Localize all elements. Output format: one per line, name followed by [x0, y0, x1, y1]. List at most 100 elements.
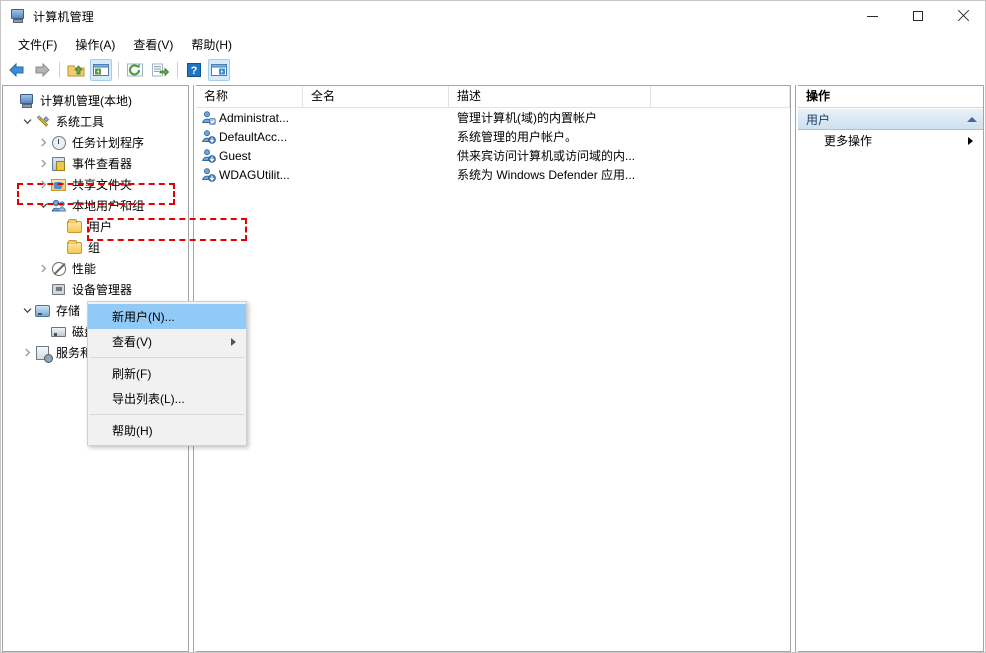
- back-button[interactable]: [6, 59, 28, 81]
- tree-item-performance[interactable]: 性能: [3, 258, 188, 279]
- tree-item-task-scheduler[interactable]: 任务计划程序: [3, 132, 188, 153]
- tree-panel-icon: [92, 62, 110, 78]
- title-bar: 计算机管理: [1, 1, 985, 31]
- refresh-button[interactable]: [124, 59, 146, 81]
- minimize-button[interactable]: [850, 1, 895, 31]
- toolbar-separator: [59, 62, 60, 78]
- chevron-right-icon[interactable]: [35, 259, 51, 279]
- export-list-button[interactable]: [149, 59, 171, 81]
- actions-splitter[interactable]: [790, 85, 796, 652]
- export-icon: [151, 62, 169, 78]
- user-disabled-icon: [201, 167, 216, 182]
- cell-name: Administrat...: [196, 110, 303, 125]
- task-scheduler-icon: [51, 135, 67, 151]
- tree-spacer: [51, 238, 67, 258]
- table-row[interactable]: DefaultAcc...系统管理的用户帐户。: [196, 127, 790, 146]
- cell-name-label: WDAGUtilit...: [219, 168, 290, 182]
- chevron-right-icon[interactable]: [19, 343, 35, 363]
- cell-description: 供来宾访问计算机或访问域的内...: [449, 147, 790, 164]
- tree-item-task-scheduler-label: 任务计划程序: [72, 134, 144, 151]
- cell-name: Guest: [196, 148, 303, 163]
- cell-description: 管理计算机(域)的内置帐户: [449, 109, 790, 126]
- column-header-fullname[interactable]: 全名: [303, 86, 449, 108]
- tree-item-device-manager[interactable]: 设备管理器: [3, 279, 188, 300]
- window-controls: [850, 1, 985, 31]
- context-view[interactable]: 查看(V): [88, 329, 246, 354]
- column-header-filler: [651, 86, 790, 108]
- cell-description: 系统为 Windows Defender 应用...: [449, 166, 790, 183]
- actions-group-label: 用户: [806, 111, 967, 128]
- menu-help[interactable]: 帮助(H): [182, 34, 241, 55]
- folder-icon: [67, 219, 83, 235]
- tree-item-local-users-and-groups[interactable]: 本地用户和组: [3, 195, 188, 216]
- column-header-name[interactable]: 名称: [196, 86, 303, 108]
- arrow-right-icon: [33, 62, 51, 78]
- tree-item-event-viewer[interactable]: 事件查看器: [3, 153, 188, 174]
- tree-item-system-tools-label: 系统工具: [56, 113, 104, 130]
- tree-item-storage-label: 存储: [56, 302, 80, 319]
- chevron-down-icon[interactable]: [19, 301, 35, 321]
- actions-group-users[interactable]: 用户: [798, 108, 983, 130]
- refresh-icon: [126, 62, 144, 78]
- toolbar-separator: [177, 62, 178, 78]
- help-button[interactable]: ?: [183, 59, 205, 81]
- caret-right-icon: [968, 137, 973, 145]
- table-row[interactable]: WDAGUtilit... 系统为 Windows Defender 应用...: [196, 165, 790, 184]
- chevron-right-icon[interactable]: [35, 154, 51, 174]
- tree-item-shared-folders-label: 共享文件夹: [72, 176, 132, 193]
- maximize-icon: [913, 11, 923, 21]
- column-header-description[interactable]: 描述: [449, 86, 651, 108]
- folder-up-icon: [67, 62, 85, 78]
- chevron-down-icon[interactable]: [19, 112, 35, 132]
- context-menu: 新用户(N)... 查看(V) 刷新(F) 导出列表(L)... 帮助(H): [87, 301, 247, 446]
- show-hide-console-tree-button[interactable]: [90, 59, 112, 81]
- context-new-user[interactable]: 新用户(N)...: [88, 304, 246, 329]
- arrow-left-icon: [8, 62, 26, 78]
- action-more-actions-label: 更多操作: [824, 132, 968, 149]
- tree-item-groups[interactable]: 组: [3, 237, 188, 258]
- context-help[interactable]: 帮助(H): [88, 418, 246, 443]
- tree-item-computer-management-label: 计算机管理(本地): [40, 92, 132, 109]
- menu-file[interactable]: 文件(F): [9, 34, 66, 55]
- users-list-pane: 名称 全名 描述 Administrat... 管理计算机(域)的内置帐户Defa…: [196, 85, 790, 652]
- toolbar: ?: [1, 57, 985, 83]
- close-button[interactable]: [940, 1, 985, 31]
- action-more-actions[interactable]: 更多操作: [798, 130, 983, 151]
- computer-management-window: 计算机管理 文件(F) 操作(A) 查看(V) 帮助(H): [0, 0, 986, 653]
- event-viewer-icon: [51, 156, 67, 172]
- actions-pane: 操作 用户 更多操作: [798, 85, 984, 652]
- close-icon: [957, 10, 969, 22]
- tree-item-computer-management[interactable]: 计算机管理(本地): [3, 90, 188, 111]
- user-disabled-icon: [201, 129, 216, 144]
- tree-item-event-viewer-label: 事件查看器: [72, 155, 132, 172]
- context-new-user-label: 新用户(N)...: [112, 308, 236, 325]
- minimize-icon: [867, 16, 878, 17]
- tree-item-users[interactable]: 用户: [3, 216, 188, 237]
- tree-item-shared-folders[interactable]: 共享文件夹: [3, 174, 188, 195]
- caret-up-icon[interactable]: [967, 117, 977, 122]
- context-refresh[interactable]: 刷新(F): [88, 361, 246, 386]
- maximize-button[interactable]: [895, 1, 940, 31]
- chevron-right-icon[interactable]: [35, 175, 51, 195]
- chevron-right-icon[interactable]: [35, 133, 51, 153]
- menu-action[interactable]: 操作(A): [66, 34, 124, 55]
- up-one-level-button[interactable]: [65, 59, 87, 81]
- tree-item-system-tools[interactable]: 系统工具: [3, 111, 188, 132]
- tree-spacer: [51, 217, 67, 237]
- action-panel-icon: [210, 62, 228, 78]
- table-row[interactable]: Administrat... 管理计算机(域)的内置帐户: [196, 108, 790, 127]
- tree-item-local-users-and-groups-label: 本地用户和组: [72, 197, 144, 214]
- chevron-down-icon[interactable]: [35, 196, 51, 216]
- work-area: 计算机管理(本地)系统工具任务计划程序事件查看器共享文件夹本地用户和组用户组性能…: [1, 85, 985, 652]
- user-disabled-icon: [201, 148, 216, 163]
- context-export-list-label: 导出列表(L)...: [112, 390, 236, 407]
- user-icon: [201, 110, 216, 125]
- context-export-list[interactable]: 导出列表(L)...: [88, 386, 246, 411]
- cell-description: 系统管理的用户帐户。: [449, 128, 790, 145]
- show-hide-action-pane-button[interactable]: [208, 59, 230, 81]
- actions-pane-title: 操作: [798, 86, 983, 108]
- table-row[interactable]: Guest 供来宾访问计算机或访问域的内...: [196, 146, 790, 165]
- menu-view[interactable]: 查看(V): [124, 34, 182, 55]
- forward-button[interactable]: [31, 59, 53, 81]
- tree-spacer: [35, 322, 51, 342]
